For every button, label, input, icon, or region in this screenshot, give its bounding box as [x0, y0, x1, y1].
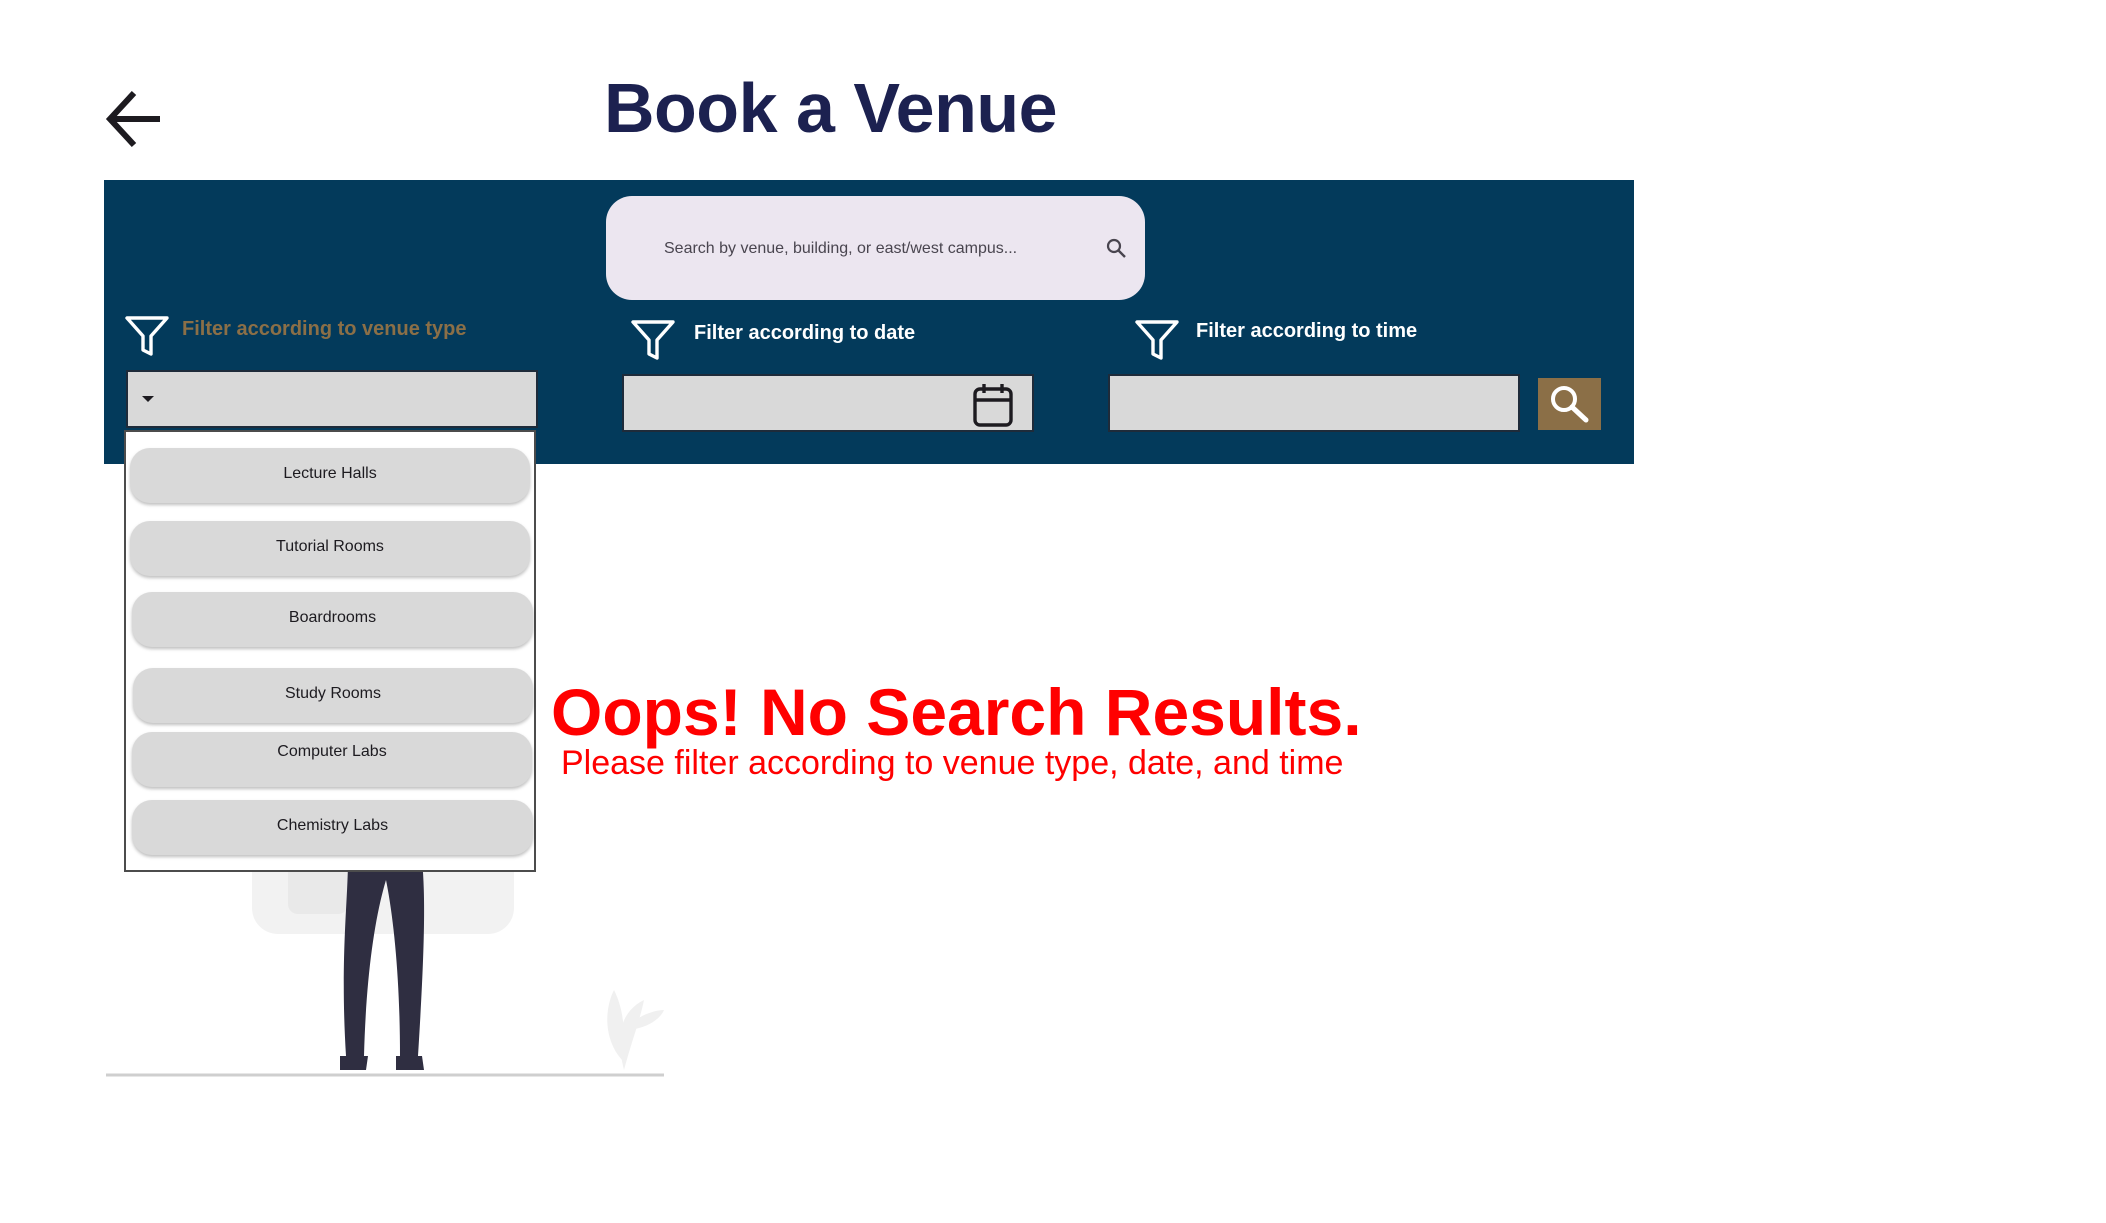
option-boardrooms[interactable]: Boardrooms: [132, 592, 533, 647]
option-study-rooms[interactable]: Study Rooms: [133, 668, 533, 723]
no-results-title: Oops! No Search Results.: [551, 675, 1362, 749]
book-venue-page: Book a Venue Filter according to venue t…: [0, 0, 2106, 1223]
funnel-icon: [125, 316, 169, 356]
option-tutorial-rooms[interactable]: Tutorial Rooms: [130, 521, 530, 576]
funnel-icon: [1135, 320, 1179, 360]
search-icon[interactable]: [1104, 236, 1128, 260]
page-title: Book a Venue: [604, 69, 1058, 147]
no-results-subtitle: Please filter according to venue type, d…: [561, 744, 1344, 782]
caret-down-icon: [142, 396, 154, 402]
option-chemistry-labs[interactable]: Chemistry Labs: [132, 800, 533, 855]
option-lecture-halls[interactable]: Lecture Halls: [130, 448, 530, 503]
arrow-left-icon[interactable]: [104, 88, 162, 150]
date-input[interactable]: [622, 374, 1034, 432]
search-bar: [606, 196, 1145, 300]
magnifier-icon: [1551, 386, 1589, 423]
venue-type-select[interactable]: [126, 370, 538, 428]
time-input[interactable]: [1108, 374, 1520, 432]
option-computer-labs[interactable]: Computer Labs: [132, 732, 532, 787]
time-filter-label: Filter according to time: [1196, 320, 1418, 342]
search-submit-button[interactable]: [1538, 378, 1601, 430]
venue-type-dropdown-menu: Lecture Halls Tutorial Rooms Boardrooms …: [124, 430, 536, 872]
calendar-icon[interactable]: [972, 382, 1014, 428]
date-filter-label: Filter according to date: [694, 322, 916, 344]
venue-type-filter-label: Filter according to venue type: [182, 318, 467, 340]
funnel-icon: [631, 320, 675, 360]
search-input[interactable]: [662, 226, 1076, 272]
empty-state-illustration: [106, 860, 664, 1077]
